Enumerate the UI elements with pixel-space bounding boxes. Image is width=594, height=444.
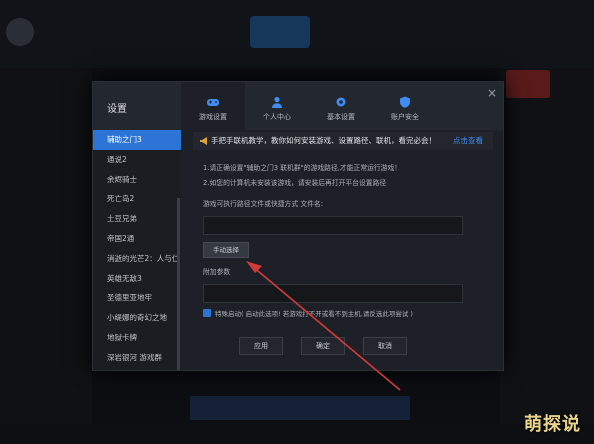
watermark-logo: 萌探说: [524, 414, 581, 435]
annotation-arrow: [246, 261, 401, 391]
